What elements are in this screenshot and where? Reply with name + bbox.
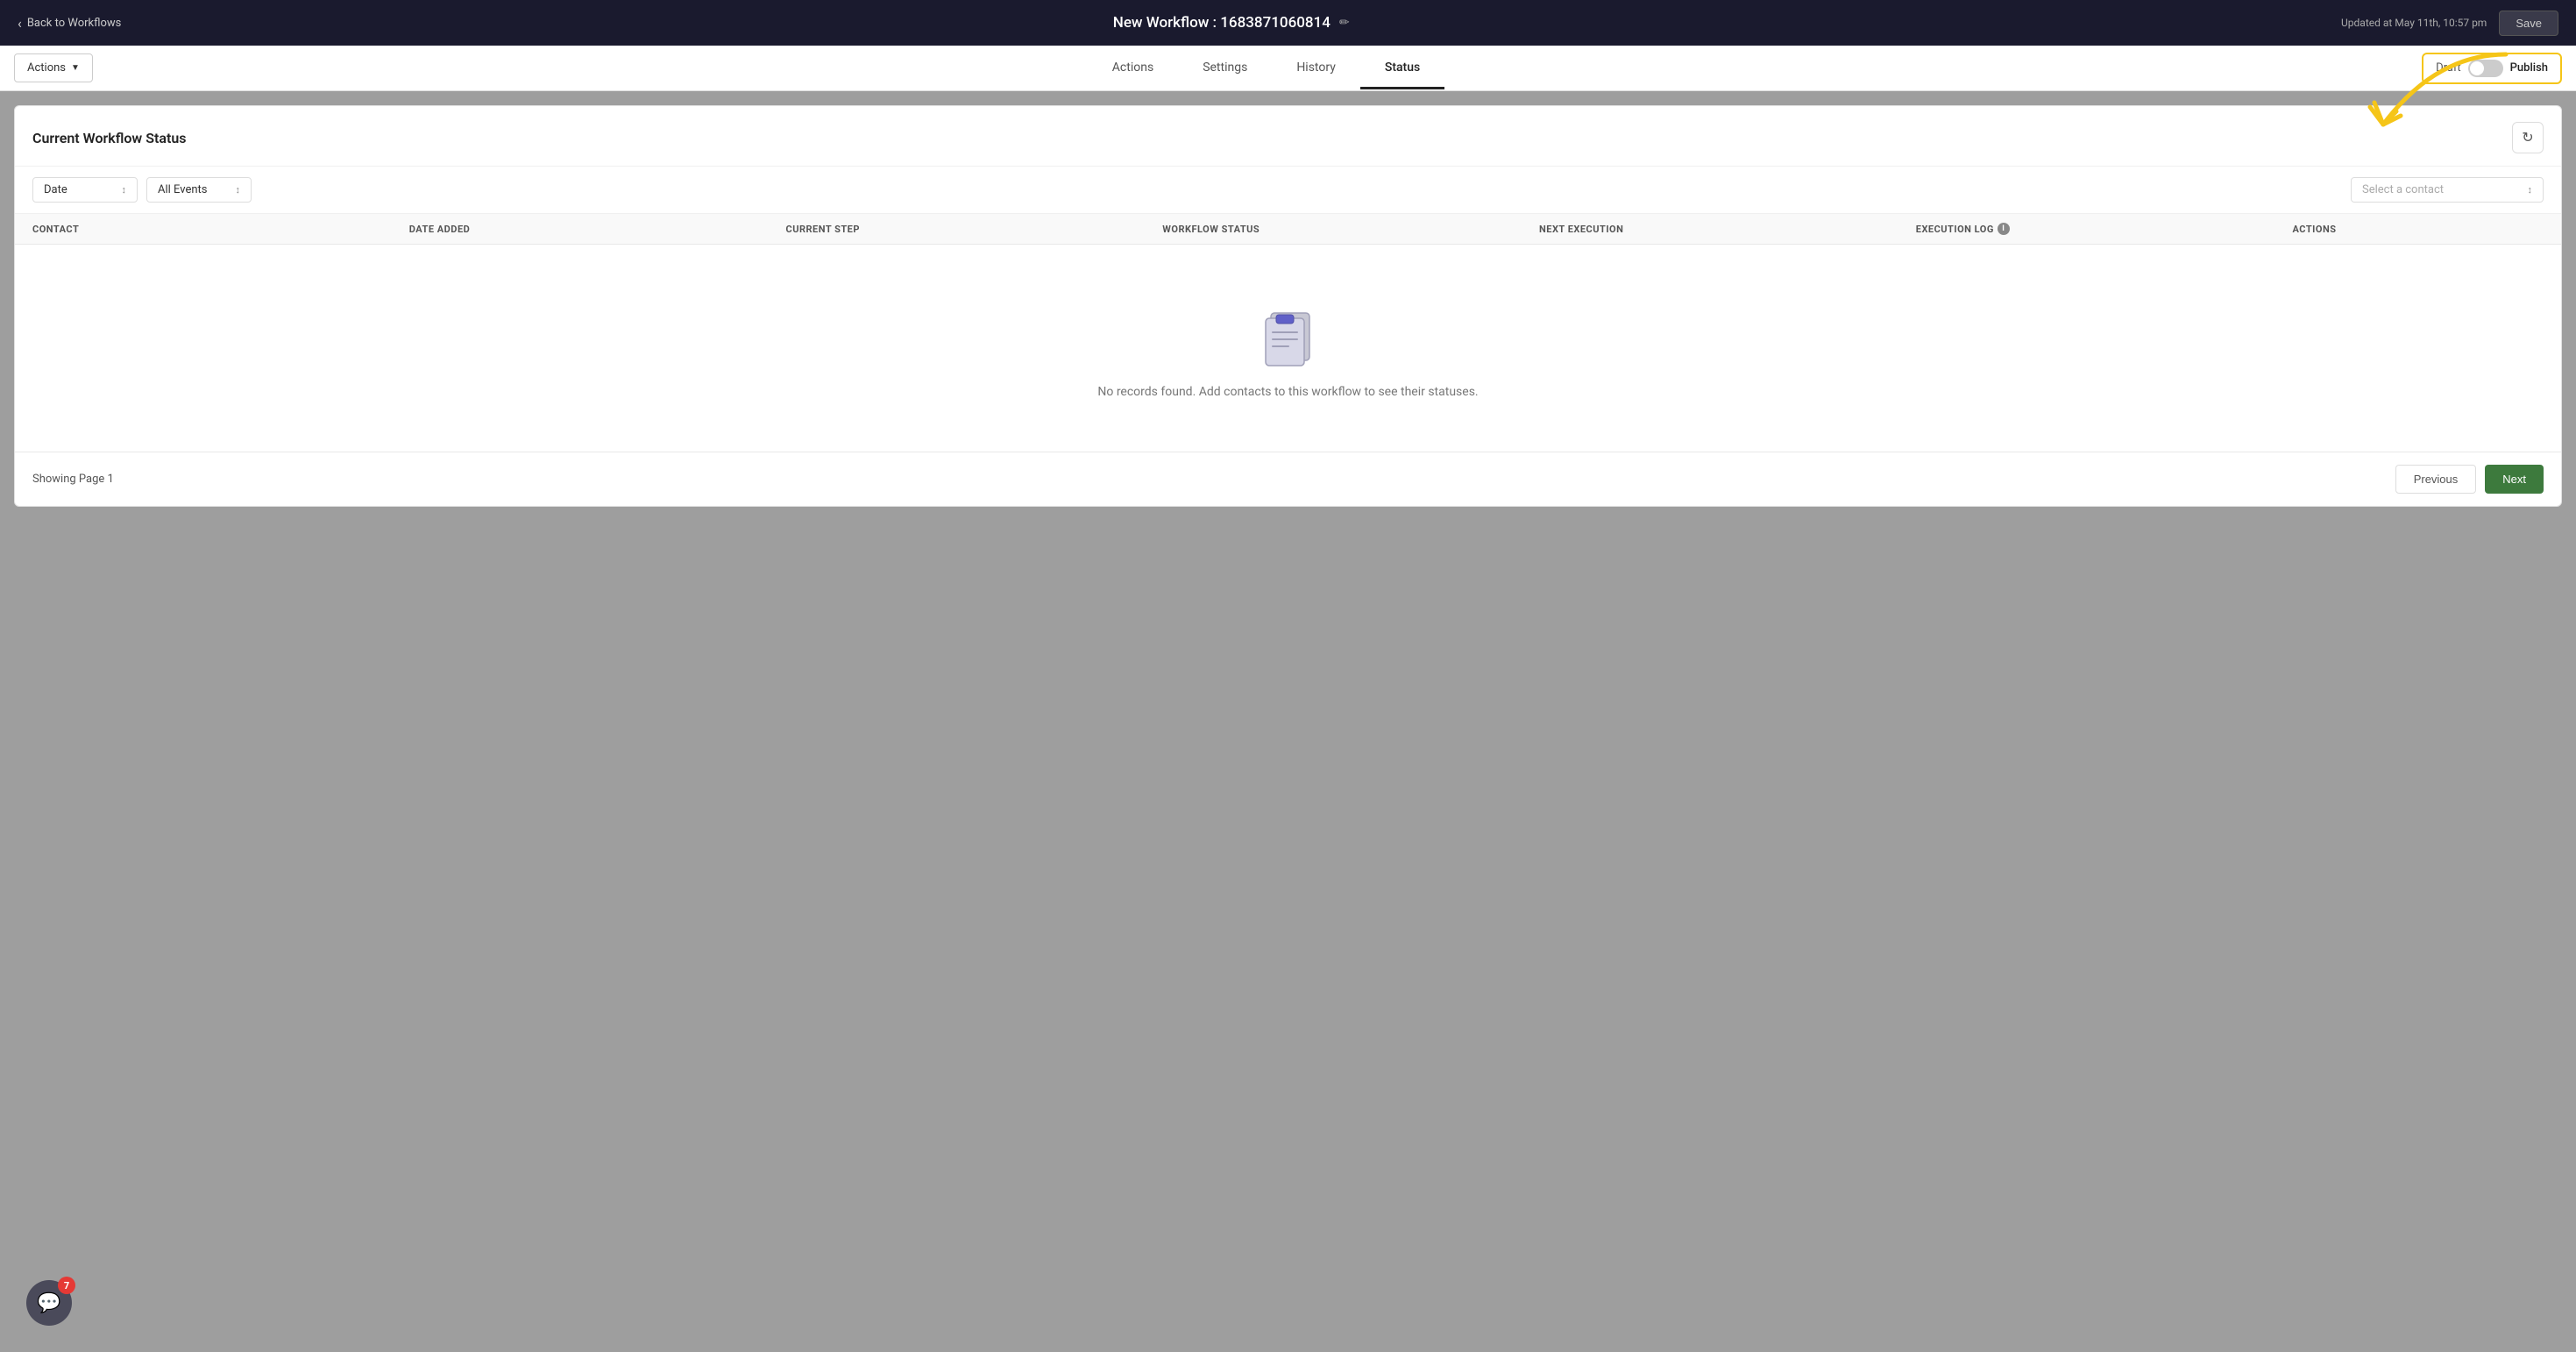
- updated-timestamp: Updated at May 11th, 10:57 pm: [2341, 17, 2487, 29]
- next-button[interactable]: Next: [2485, 465, 2544, 494]
- contact-placeholder: Select a contact: [2362, 183, 2444, 196]
- content-card: Current Workflow Status ↻ Date ↕ All Eve…: [14, 105, 2562, 507]
- date-chevron-icon: ↕: [122, 184, 127, 196]
- nav-tabs: Actions Settings History Status: [110, 48, 2422, 89]
- tab-history[interactable]: History: [1272, 48, 1360, 89]
- main-content: Current Workflow Status ↻ Date ↕ All Eve…: [0, 105, 2576, 521]
- back-arrow-icon: ‹: [18, 15, 22, 32]
- toggle-switch[interactable]: [2468, 60, 2503, 77]
- empty-state-text: No records found. Add contacts to this w…: [1097, 385, 1478, 399]
- refresh-button[interactable]: ↻: [2512, 122, 2544, 153]
- chat-widget[interactable]: 💬 7: [26, 1280, 72, 1326]
- table-header: CONTACT DATE ADDED CURRENT STEP WORKFLOW…: [15, 214, 2561, 245]
- card-header: Current Workflow Status ↻: [15, 106, 2561, 167]
- empty-state-icon: [1253, 297, 1323, 367]
- contact-search[interactable]: Select a contact ↕: [2351, 177, 2544, 203]
- col-actions: ACTIONS: [2293, 223, 2544, 235]
- execution-log-info-icon: i: [1998, 223, 2010, 235]
- chat-icon: 💬: [37, 1292, 60, 1314]
- sub-nav: Actions ▼ Actions Settings History Statu…: [0, 46, 2576, 91]
- col-date-added: DATE ADDED: [409, 223, 786, 235]
- page-info: Showing Page 1: [32, 473, 114, 486]
- col-contact: CONTACT: [32, 223, 409, 235]
- back-to-workflows[interactable]: ‹ Back to Workflows: [18, 15, 121, 32]
- workflow-title-container: New Workflow : 1683871060814 ✏: [1113, 14, 1350, 32]
- draft-label: Draft: [2436, 61, 2461, 75]
- top-bar: ‹ Back to Workflows New Workflow : 16838…: [0, 0, 2576, 46]
- col-next-execution: NEXT EXECUTION: [1539, 223, 1916, 235]
- workflow-name: New Workflow : 1683871060814: [1113, 14, 1331, 32]
- draft-publish-toggle[interactable]: Draft Publish: [2422, 53, 2562, 84]
- chat-badge: 7: [58, 1277, 75, 1294]
- col-workflow-status: WORKFLOW STATUS: [1162, 223, 1539, 235]
- date-filter-label: Date: [44, 183, 67, 196]
- pagination-buttons: Previous Next: [2395, 465, 2544, 494]
- publish-label: Publish: [2510, 61, 2548, 75]
- contact-chevron-icon: ↕: [2528, 184, 2533, 196]
- back-label: Back to Workflows: [27, 17, 122, 30]
- tab-status[interactable]: Status: [1360, 48, 1444, 89]
- tab-settings[interactable]: Settings: [1178, 48, 1272, 89]
- filters-row: Date ↕ All Events ↕ Select a contact ↕: [15, 167, 2561, 214]
- date-filter[interactable]: Date ↕: [32, 177, 138, 203]
- empty-state: No records found. Add contacts to this w…: [15, 245, 2561, 452]
- actions-dropdown-label: Actions: [27, 61, 66, 75]
- events-filter[interactable]: All Events ↕: [146, 177, 252, 203]
- col-execution-log: EXECUTION LOG i: [1916, 223, 2293, 235]
- edit-icon[interactable]: ✏: [1339, 16, 1350, 30]
- actions-dropdown[interactable]: Actions ▼: [14, 53, 93, 82]
- previous-button[interactable]: Previous: [2395, 465, 2477, 494]
- chevron-down-icon: ▼: [71, 63, 80, 73]
- tab-actions[interactable]: Actions: [1088, 48, 1178, 89]
- top-bar-right: Updated at May 11th, 10:57 pm Save: [2341, 11, 2558, 36]
- col-current-step: CURRENT STEP: [786, 223, 1163, 235]
- events-chevron-icon: ↕: [236, 184, 241, 196]
- pagination-row: Showing Page 1 Previous Next: [15, 452, 2561, 506]
- events-filter-label: All Events: [158, 183, 208, 196]
- save-button[interactable]: Save: [2499, 11, 2558, 36]
- filters-left: Date ↕ All Events ↕: [32, 177, 252, 203]
- card-title: Current Workflow Status: [32, 130, 186, 146]
